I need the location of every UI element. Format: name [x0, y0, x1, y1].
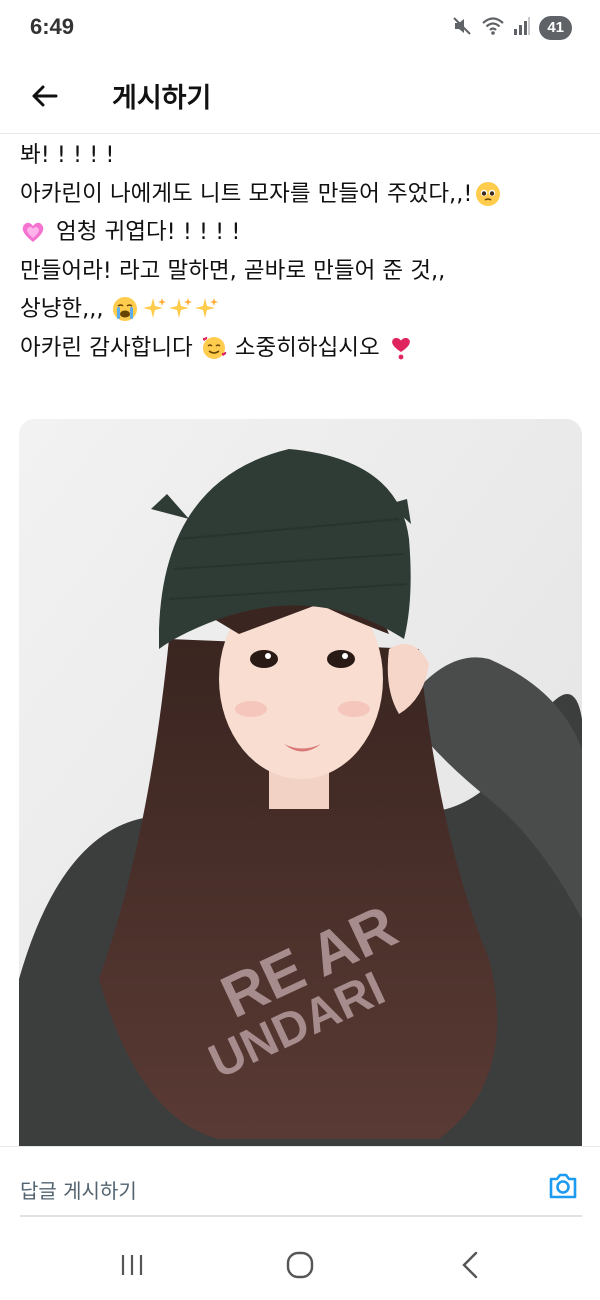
post-line: 봐! ! ! ! !: [20, 136, 590, 175]
smiling-face-with-hearts-icon: [202, 336, 227, 359]
pink-heart-icon: [22, 223, 44, 243]
camera-icon[interactable]: [546, 1169, 580, 1203]
post-line: 만들어라! 라고 말하면, 곧바로 만들어 준 것,,: [20, 252, 590, 291]
status-bar: 6:49 41: [0, 0, 600, 56]
sparkles-icon: [142, 298, 166, 319]
post-text-segment: 상냥한,,,: [20, 296, 104, 322]
heart-exclamation-icon: [391, 337, 410, 360]
recent-apps-icon[interactable]: [112, 1248, 152, 1282]
reply-underline: [20, 1215, 582, 1217]
post-image[interactable]: RE AR UNDARI: [19, 419, 582, 1149]
back-icon[interactable]: [450, 1248, 490, 1282]
status-icons: 41: [451, 14, 572, 42]
photo-woman-knit-cat-ear-hat: RE AR UNDARI: [19, 419, 582, 1149]
post-line: 아카린 감사합니다 소중히하십시오: [20, 329, 590, 368]
wifi-icon: [481, 15, 505, 41]
post-text-segment: 봐! ! ! ! !: [20, 142, 115, 168]
battery-icon: 41: [539, 16, 572, 40]
crying-face-icon: [112, 297, 137, 322]
sparkles-icon: [194, 298, 218, 319]
home-icon[interactable]: [280, 1248, 320, 1282]
post-text-segment: 아카린이 나에게도 니트 모자를 만들어 주었다,,!: [20, 180, 473, 207]
post-text-segment: 만들어라! 라고 말하면, 곧바로 만들어 준 것,,: [20, 257, 446, 284]
post-text-segment: 소중히하십시오: [234, 334, 380, 361]
mute-icon: [451, 15, 473, 41]
post-line: 아카린이 나에게도 니트 모자를 만들어 주었다,,!: [20, 175, 590, 214]
page-title: 게시하기: [112, 83, 212, 114]
reply-input[interactable]: 답글 게시하기: [20, 1175, 137, 1204]
post-text-segment: 엄청 귀엽다! ! ! ! !: [56, 219, 241, 245]
post-body: 봐! ! ! ! ! 아카린이 나에게도 니트 모자를 만들어 주었다,,! 엄…: [20, 136, 590, 367]
post-line: 상냥한,,,: [20, 290, 590, 329]
pleading-face-icon: [476, 181, 501, 206]
app-bar: 게시하기: [0, 56, 600, 134]
status-time: 6:49: [30, 14, 75, 39]
system-nav-bar: [0, 1230, 600, 1300]
reply-bar: 답글 게시하기: [0, 1146, 600, 1230]
post-text-segment: 아카린 감사합니다: [20, 334, 193, 361]
arrow-left-icon[interactable]: [22, 74, 66, 118]
post-line: 엄청 귀엽다! ! ! ! !: [20, 213, 590, 252]
sparkles-icon: [168, 298, 192, 319]
signal-icon: [513, 16, 531, 40]
